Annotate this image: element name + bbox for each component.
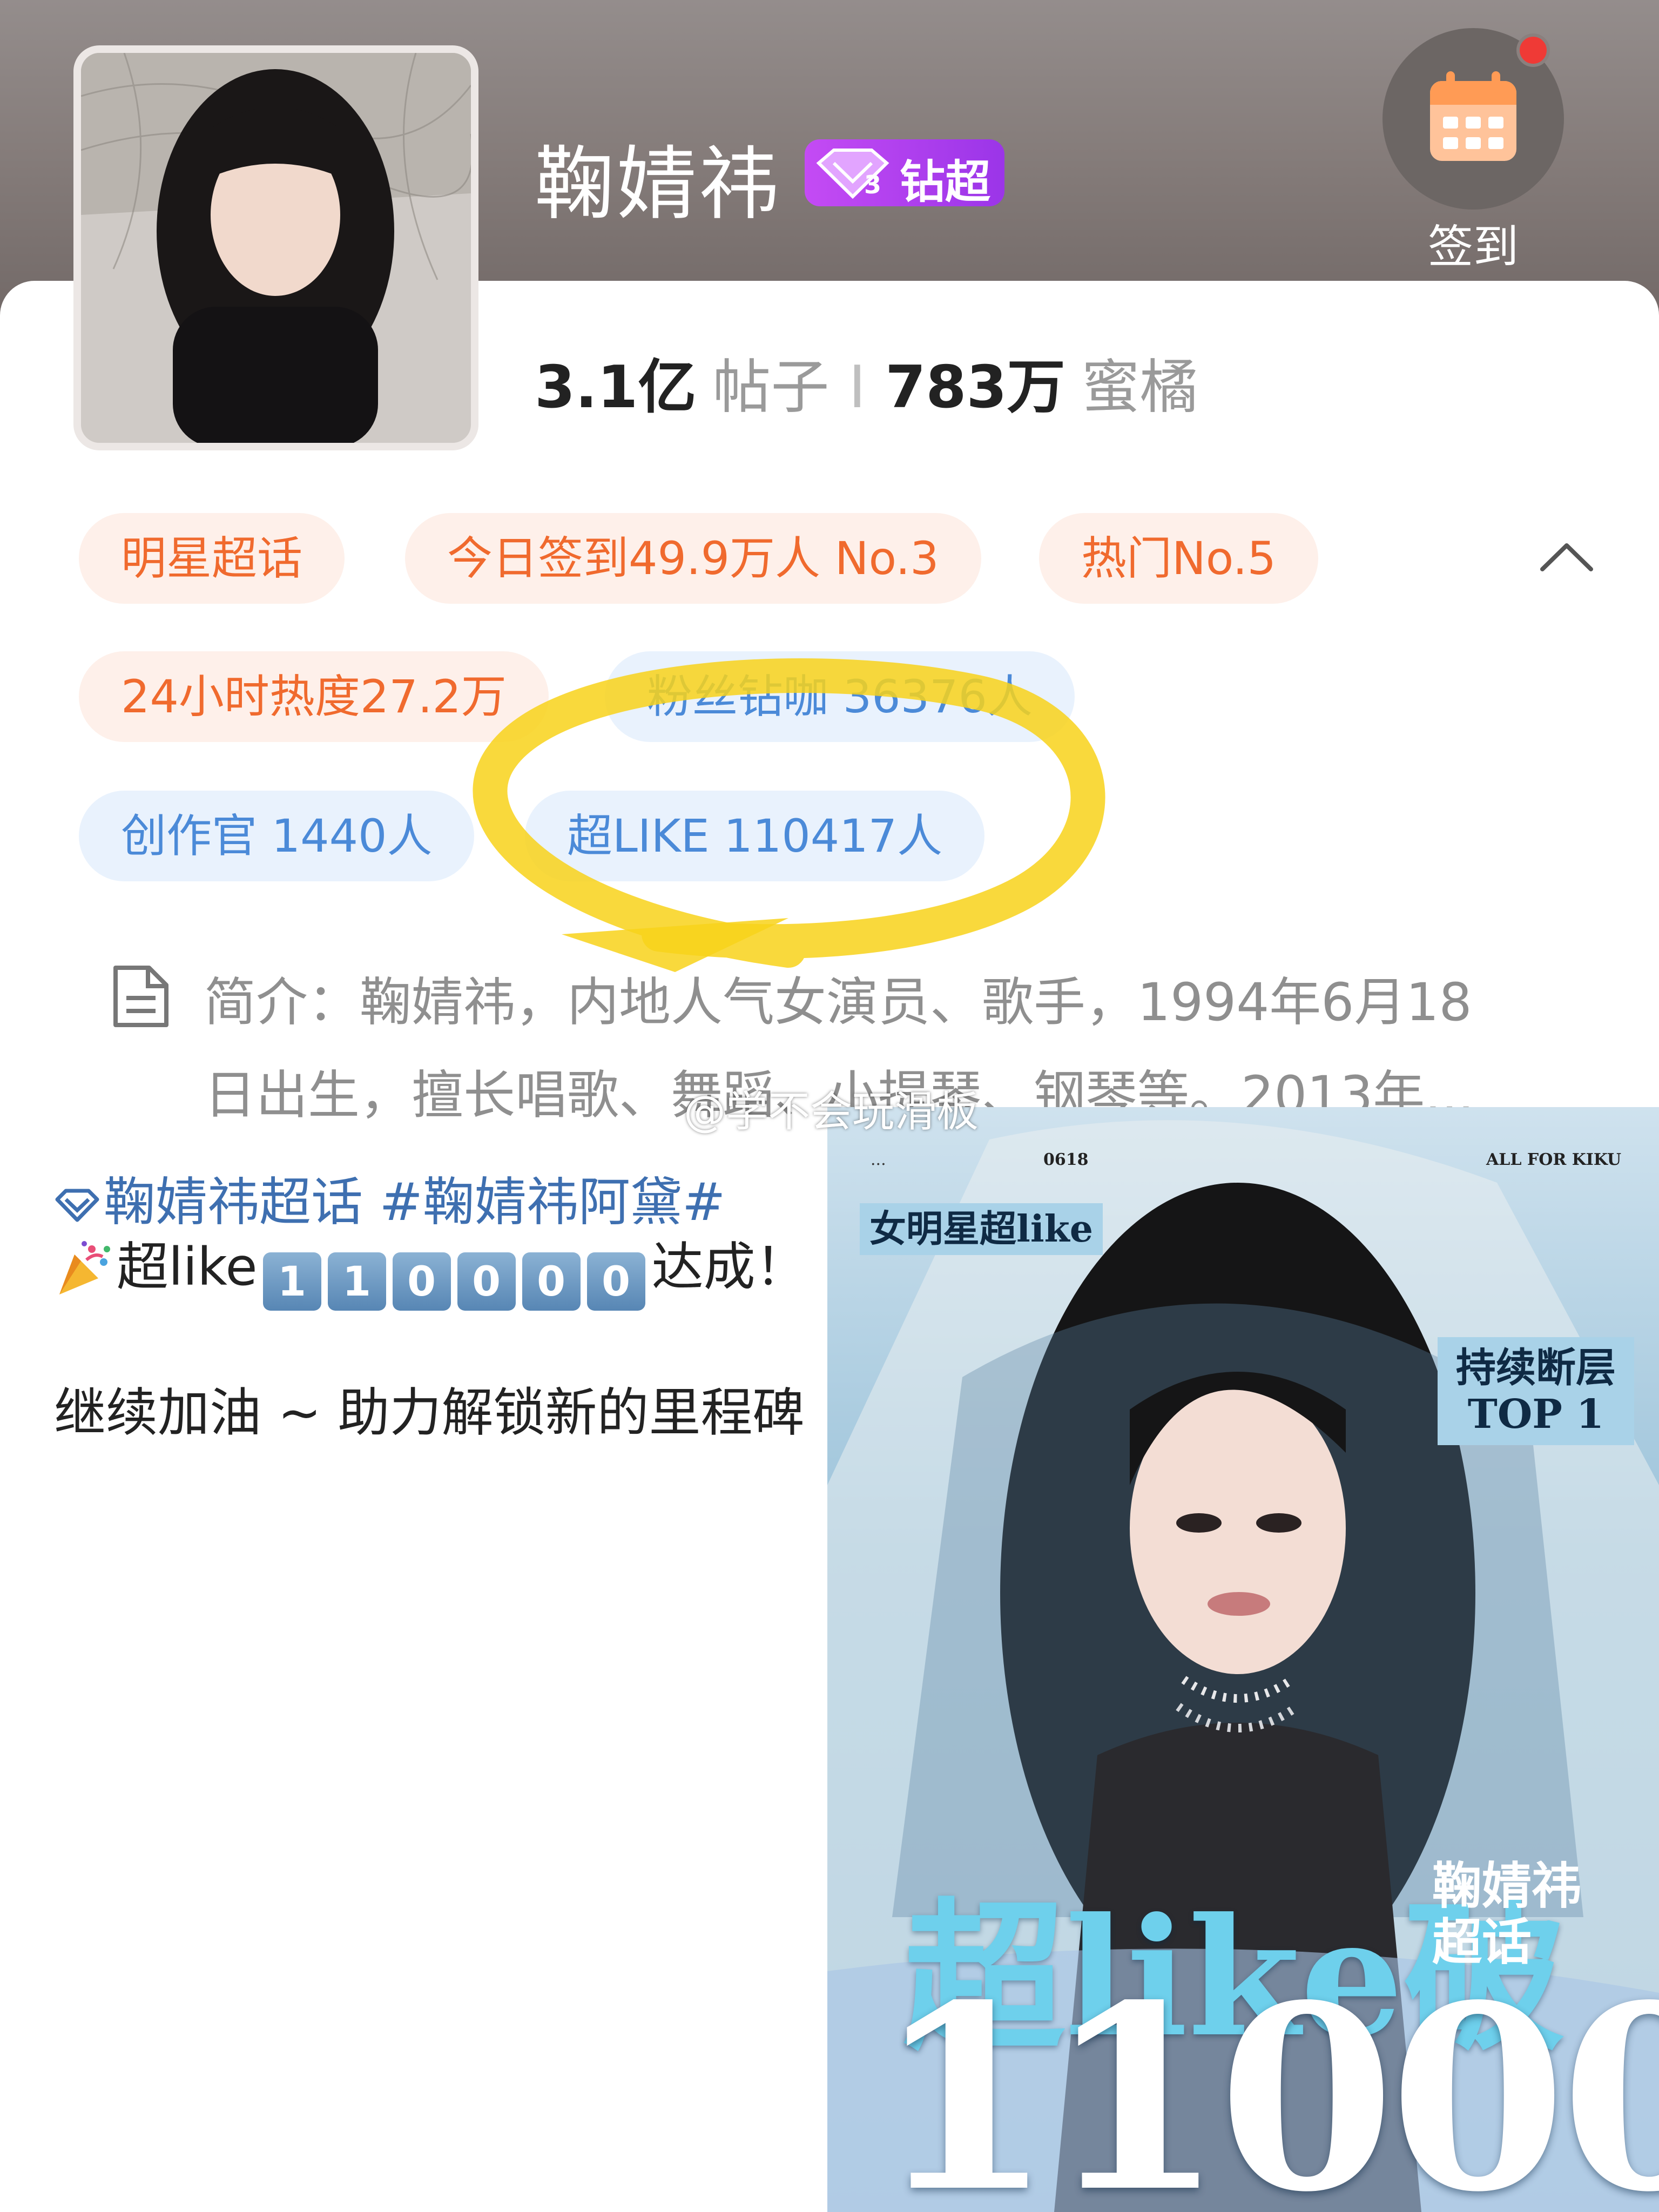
avatar[interactable] xyxy=(73,45,478,450)
post-encourage-line: 继续加油 ~ 助力解锁新的里程碑 xyxy=(54,1382,805,1443)
chevron-up-icon xyxy=(1540,543,1593,571)
post-topic-line[interactable]: 鞠婧祎超话 #鞠婧祎阿黛# xyxy=(54,1160,725,1235)
intro-text-line1: 简介：鞠婧祎，内地人气女演员、歌手，1994年6月18 xyxy=(204,972,1472,1033)
digit-keycap: 1 xyxy=(262,1252,321,1311)
poster-big-number: 110000 xyxy=(876,1950,1659,2212)
posts-count: 3.1亿 xyxy=(535,354,697,421)
posts-label: 帖子 xyxy=(712,354,830,421)
post-milestone-suffix: 达成！ xyxy=(651,1237,807,1297)
tag-diamond-fans[interactable]: 粉丝钻咖 36376人 xyxy=(605,651,1075,742)
poster-date-text: 0618 xyxy=(1043,1150,1089,1169)
fans-count: 783万 xyxy=(885,354,1065,421)
poster-category-badge: 女明星超like xyxy=(860,1203,1103,1255)
digit-keycap: 0 xyxy=(457,1252,516,1311)
tag-star-supertopic[interactable]: 明星超话 xyxy=(79,513,345,604)
poster-top1-badge: 持续断层 TOP 1 xyxy=(1438,1337,1634,1445)
party-popper-icon xyxy=(59,1241,110,1294)
poster-top-left-text: ... xyxy=(871,1150,886,1169)
post-milestone-line: 超like 1 1 0 0 0 0 达成！ xyxy=(54,1225,807,1311)
stats-separator: I xyxy=(848,354,866,421)
tag-creators[interactable]: 创作官 1440人 xyxy=(79,791,475,881)
rank-badge[interactable]: 3 钻超 xyxy=(805,139,1004,208)
tag-today-checkin[interactable]: 今日签到49.9万人 No.3 xyxy=(405,513,981,604)
stats-row: 3.1亿 帖子 I 783万 蜜橘 xyxy=(535,340,1198,424)
notification-dot xyxy=(1516,33,1550,67)
digit-keycap: 0 xyxy=(392,1252,451,1311)
watermark-text: @学不会玩滑板 xyxy=(684,1088,979,1136)
tag-hot-rank[interactable]: 热门No.5 xyxy=(1039,513,1318,604)
poster-side-line1: 鞠婧祎 xyxy=(1432,1857,1582,1915)
avatar-image xyxy=(81,53,471,443)
poster-top1-line1: 持续断层 xyxy=(1456,1345,1616,1391)
tag-super-like[interactable]: 超LIKE 110417人 xyxy=(525,791,985,881)
post-milestone-prefix: 超like xyxy=(117,1237,258,1297)
rank-level: 3 xyxy=(864,170,881,199)
tag-24h-heat[interactable]: 24小时热度27.2万 xyxy=(79,651,549,742)
supertopic-diamond-icon xyxy=(55,1189,99,1222)
document-icon xyxy=(111,965,171,1030)
collapse-tags-button[interactable] xyxy=(1537,535,1596,580)
digit-keycap: 0 xyxy=(522,1252,581,1311)
diamond-icon: 3 xyxy=(816,149,889,199)
checkin-label[interactable]: 签到 xyxy=(1382,211,1564,276)
rank-badge-label: 钻超 xyxy=(900,156,991,208)
supertopic-name: 鞠婧祎 xyxy=(535,138,781,231)
digit-keycap: 0 xyxy=(586,1252,645,1311)
post-topic-text[interactable]: 鞠婧祎超话 #鞠婧祎阿黛# xyxy=(104,1172,725,1232)
poster-slogan-text: ALL FOR KIKU xyxy=(1486,1150,1621,1169)
digit-keycap: 1 xyxy=(327,1252,386,1311)
post-poster-image[interactable]: ... 0618 ALL FOR KIKU 女明星超like 持续断层 TOP … xyxy=(827,1107,1659,2212)
poster-top1-line2: TOP 1 xyxy=(1467,1391,1604,1438)
fans-label: 蜜橘 xyxy=(1081,354,1198,421)
